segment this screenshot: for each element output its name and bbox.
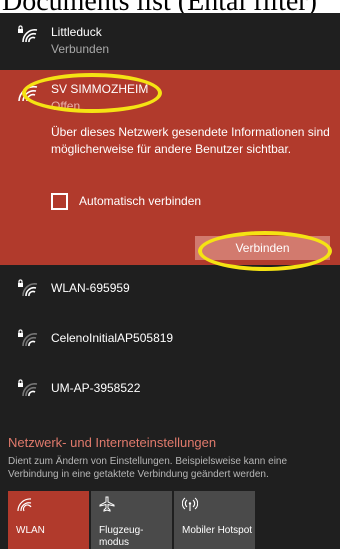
network-name: SV SIMMOZHEIM bbox=[51, 82, 149, 96]
wifi-secured-icon bbox=[18, 329, 38, 347]
tile-wlan[interactable]: WLAN bbox=[8, 491, 89, 549]
wifi-open-icon bbox=[18, 85, 38, 102]
network-item-selected[interactable]: SV SIMMOZHEIM Offen Über dieses Netzwerk… bbox=[0, 70, 340, 265]
hotspot-icon bbox=[182, 497, 198, 511]
network-name: CelenoInitialAP505819 bbox=[51, 331, 174, 345]
tile-label: WLAN bbox=[16, 525, 45, 536]
network-name: Littleduck bbox=[51, 25, 102, 39]
network-name: UM-AP-3958522 bbox=[51, 381, 141, 395]
network-flyout: Littleduck Verbunden SV SIMMOZHEIM Offen… bbox=[0, 13, 340, 549]
network-status: Verbunden bbox=[51, 42, 110, 56]
tile-label: Flugzeug-modus bbox=[99, 525, 144, 548]
auto-connect-checkbox[interactable] bbox=[51, 193, 68, 210]
connect-button[interactable]: Verbinden bbox=[195, 236, 330, 260]
network-status: Offen bbox=[51, 99, 81, 113]
network-item[interactable]: UM-AP-3958522 bbox=[0, 365, 340, 415]
wifi-secured-icon bbox=[18, 379, 38, 397]
tile-label: Mobiler Hotspot bbox=[182, 525, 253, 536]
network-item-connected[interactable]: Littleduck Verbunden bbox=[0, 13, 340, 70]
network-settings-description: Dient zum Ändern von Einstellungen. Beis… bbox=[8, 456, 288, 480]
network-item[interactable]: CelenoInitialAP505819 bbox=[0, 315, 340, 365]
auto-connect-label: Automatisch verbinden bbox=[79, 194, 202, 208]
wifi-icon bbox=[17, 498, 32, 512]
wifi-secured-icon bbox=[18, 25, 38, 43]
network-settings-link[interactable]: Netzwerk- und Interneteinstellungen bbox=[8, 435, 216, 450]
network-item[interactable]: WLAN-695959 bbox=[0, 265, 340, 315]
tile-mobile-hotspot[interactable]: Mobiler Hotspot bbox=[174, 491, 255, 549]
wifi-secured-icon bbox=[18, 279, 38, 297]
security-warning-text: Über dieses Netzwerk gesendete Informati… bbox=[51, 125, 330, 156]
airplane-icon bbox=[99, 496, 115, 512]
network-name: WLAN-695959 bbox=[51, 281, 130, 295]
tile-airplane-mode[interactable]: Flugzeug-modus bbox=[91, 491, 172, 549]
